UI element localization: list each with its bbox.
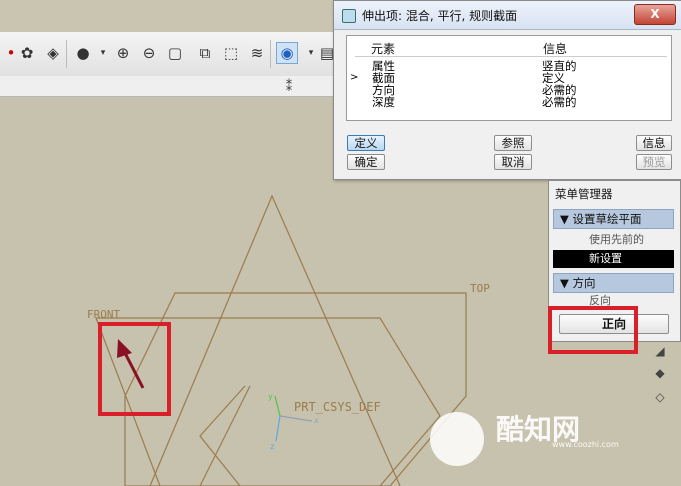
triangle-section (149, 194, 401, 486)
current-row-marker: > (350, 72, 359, 83)
top-datum-plane (124, 292, 467, 486)
watermark-logo-icon (430, 412, 484, 466)
main-toolbar: • ✿ ◈ ● ▾ ⊕ ⊖ ▢ ⧉ ⬚ ≋ ◉ ▾ ▤ (0, 32, 336, 77)
menu-item-new-setup[interactable]: 新设置 (553, 250, 674, 268)
zoom-out-icon[interactable]: ⊖ (138, 42, 160, 64)
reference-button[interactable]: 参照 (494, 135, 532, 151)
preview-button[interactable]: 预览 (636, 154, 672, 170)
secondary-toolbar: ⁑ (0, 76, 336, 97)
feature-icon[interactable]: ◢ (650, 344, 670, 362)
zoom-in-icon[interactable]: ⊕ (112, 42, 134, 64)
menu-section-sketch-plane[interactable]: ▼ 设置草绘平面 (553, 209, 674, 229)
menu-title: 菜单管理器 (555, 187, 613, 201)
info-button[interactable]: 信息 (636, 135, 672, 151)
element-list[interactable]: 元素 信息 属性 竖直的 > 截面 定义 方向 必需的 深度 必需的 (346, 35, 672, 121)
spin-center-icon[interactable]: ✿ (16, 42, 38, 64)
axis-y-label: y (268, 392, 273, 401)
column-header-info: 信息 (543, 42, 568, 56)
column-header-element: 元素 (371, 42, 396, 56)
cancel-button[interactable]: 取消 (494, 154, 532, 170)
define-button[interactable]: 定义 (347, 135, 385, 151)
front-datum-label: FRONT (87, 308, 121, 321)
feature-dialog: 伸出项: 混合, 平行, 规则截面 X 元素 信息 属性 竖直的 > 截面 定义… (333, 0, 681, 180)
okay-highlight-box (548, 306, 638, 354)
top-datum-label: TOP (470, 282, 490, 295)
axis-z-label: z (270, 442, 275, 451)
datum-display-icon[interactable]: ◉ (276, 42, 298, 64)
dialog-app-icon (342, 9, 356, 23)
menu-section-direction[interactable]: ▼ 方向 (553, 273, 674, 293)
repaint-icon[interactable]: ⧉ (194, 42, 216, 64)
shading-icon[interactable]: ◈ (42, 42, 64, 64)
axis-x-label: x (314, 416, 319, 425)
feature-icon[interactable]: ◆ (650, 366, 670, 384)
ok-button[interactable]: 确定 (347, 154, 385, 170)
table-row[interactable]: 属性 竖直的 (347, 60, 671, 72)
watermark: 酷知网 www.coozhi.com (430, 398, 670, 486)
saved-view-icon[interactable]: ⁑ (278, 76, 300, 98)
layers-icon[interactable]: ≋ (246, 42, 268, 64)
refit-icon[interactable]: ▢ (164, 42, 186, 64)
orient-icon[interactable]: ⬚ (220, 42, 242, 64)
menu-item-use-previous[interactable]: 使用先前的 (553, 231, 674, 249)
table-row[interactable]: 方向 必需的 (347, 84, 671, 96)
table-row[interactable]: 深度 必需的 (347, 96, 671, 108)
chevron-down-icon[interactable]: ▾ (92, 42, 114, 64)
dialog-title: 伸出项: 混合, 平行, 规则截面 (362, 9, 518, 23)
csys-label: PRT_CSYS_DEF (294, 400, 381, 414)
table-row[interactable]: > 截面 定义 (347, 72, 671, 84)
dialog-close-button[interactable]: X (634, 4, 676, 25)
dialog-titlebar[interactable]: 伸出项: 混合, 平行, 规则截面 X (334, 1, 681, 30)
sphere-icon[interactable]: ● (72, 42, 94, 64)
arrow-highlight-box (98, 322, 171, 416)
